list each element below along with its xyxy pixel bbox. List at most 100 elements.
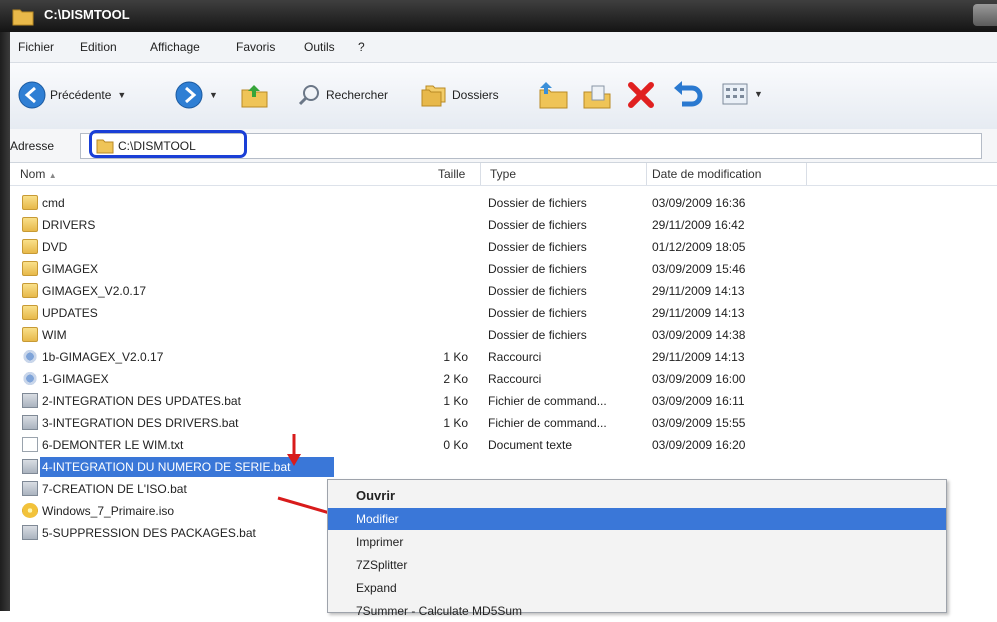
column-divider[interactable] [480, 163, 481, 185]
folders-icon [421, 85, 446, 107]
address-annotation-box [89, 130, 247, 158]
batch-file-icon [22, 525, 38, 540]
menu-item-expand[interactable]: Expand [328, 577, 946, 599]
up-folder-button[interactable] [240, 81, 270, 109]
list-item-selected[interactable]: 4-INTEGRATION DU NUMERO DE SERIE.bat [10, 456, 997, 478]
column-header-type[interactable]: Type [490, 167, 516, 181]
menu-item-label: 7Summer - Calculate MD5Sum [356, 604, 523, 618]
window-control-button[interactable] [973, 4, 997, 26]
column-name-label: Nom [20, 167, 46, 181]
list-item[interactable]: WIM Dossier de fichiers 03/09/2009 14:38 [10, 324, 997, 346]
menu-item-label: Expand [356, 581, 397, 595]
views-button[interactable]: ▼ [722, 83, 763, 105]
iso-file-icon [22, 503, 38, 518]
file-name: 2-INTEGRATION DES UPDATES.bat [42, 394, 241, 408]
window-left-border [0, 32, 10, 611]
menu-affichage[interactable]: Affichage [150, 40, 200, 54]
file-name: 5-SUPPRESSION DES PACKAGES.bat [42, 526, 256, 540]
menu-item-7summer[interactable]: 7Summer - Calculate MD5Sum [328, 600, 946, 622]
search-button[interactable]: Rechercher [298, 83, 388, 107]
file-size: 2 Ko [443, 372, 468, 386]
file-name: Windows_7_Primaire.iso [42, 504, 175, 518]
chevron-down-icon[interactable]: ▼ [754, 89, 763, 99]
menu-edition[interactable]: Edition [80, 40, 117, 54]
chevron-down-icon[interactable]: ▼ [209, 90, 218, 100]
file-size: 1 Ko [443, 394, 468, 408]
list-item[interactable]: GIMAGEX_V2.0.17 Dossier de fichiers 29/1… [10, 280, 997, 302]
column-header-size[interactable]: Taille [438, 167, 465, 181]
folder-icon [22, 195, 38, 210]
delete-x-icon [628, 82, 654, 108]
search-icon [298, 85, 319, 106]
list-item[interactable]: GIMAGEX Dossier de fichiers 03/09/2009 1… [10, 258, 997, 280]
file-name: WIM [42, 328, 67, 342]
column-divider[interactable] [806, 163, 807, 185]
file-size: 0 Ko [443, 438, 468, 452]
folder-icon [22, 327, 38, 342]
file-type: Fichier de command... [488, 394, 607, 408]
menu-fichier[interactable]: Fichier [18, 40, 54, 54]
folder-icon [22, 217, 38, 232]
list-item[interactable]: 3-INTEGRATION DES DRIVERS.bat 1 Ko Fichi… [10, 412, 997, 434]
list-item[interactable]: 1-GIMAGEX 2 Ko Raccourci 03/09/2009 16:0… [10, 368, 997, 390]
toolbar: Précédente ▼ ▼ Rechercher Dossiers ▼ [10, 63, 997, 130]
file-size: 1 Ko [443, 416, 468, 430]
list-item[interactable]: DVD Dossier de fichiers 01/12/2009 18:05 [10, 236, 997, 258]
menu-outils[interactable]: Outils [304, 40, 335, 54]
list-item[interactable]: 2-INTEGRATION DES UPDATES.bat 1 Ko Fichi… [10, 390, 997, 412]
column-header-name[interactable]: Nom ▲ [20, 167, 57, 181]
chevron-down-icon[interactable]: ▼ [117, 90, 126, 100]
file-type: Fichier de command... [488, 416, 607, 430]
file-date: 03/09/2009 15:46 [652, 262, 746, 276]
file-date: 03/09/2009 16:36 [652, 196, 746, 210]
file-type: Document texte [488, 438, 573, 452]
menu-item-modifier[interactable]: Modifier [328, 508, 946, 530]
undo-button[interactable] [672, 80, 704, 110]
address-bar: Adresse C:\DISMTOOL [10, 129, 997, 163]
folders-button[interactable]: Dossiers [420, 82, 499, 108]
file-date: 03/09/2009 16:11 [652, 394, 745, 408]
file-size: 1 Ko [443, 350, 468, 364]
file-name: cmd [42, 196, 65, 210]
file-name: DRIVERS [42, 218, 96, 232]
menu-item-label: 7ZSplitter [356, 558, 408, 572]
folder-icon [22, 305, 38, 320]
list-item[interactable]: 1b-GIMAGEX_V2.0.17 1 Ko Raccourci 29/11/… [10, 346, 997, 368]
file-date: 29/11/2009 14:13 [652, 306, 745, 320]
file-type: Raccourci [488, 372, 542, 386]
file-date: 03/09/2009 15:55 [652, 416, 746, 430]
list-item[interactable]: 6-DEMONTER LE WIM.txt 0 Ko Document text… [10, 434, 997, 456]
file-type: Dossier de fichiers [488, 284, 587, 298]
file-type: Dossier de fichiers [488, 196, 587, 210]
forward-arrow-icon [175, 81, 203, 109]
column-divider[interactable] [646, 163, 647, 185]
copy-to-button[interactable] [582, 82, 612, 110]
batch-file-icon [22, 415, 38, 430]
file-name: DVD [42, 240, 68, 254]
menu-item-ouvrir[interactable]: Ouvrir [328, 484, 946, 506]
menu-item-7zsplitter[interactable]: 7ZSplitter [328, 554, 946, 576]
menu-favoris[interactable]: Favoris [236, 40, 275, 54]
list-item[interactable]: UPDATES Dossier de fichiers 29/11/2009 1… [10, 302, 997, 324]
shortcut-icon [22, 349, 38, 364]
file-name: 1-GIMAGEX [42, 372, 109, 386]
list-item[interactable]: cmd Dossier de fichiers 03/09/2009 16:36 [10, 192, 997, 214]
menu-item-label: Ouvrir [356, 488, 396, 503]
forward-button[interactable]: ▼ [175, 81, 218, 109]
delete-button[interactable] [626, 80, 656, 110]
column-header-date[interactable]: Date de modification [652, 167, 761, 181]
file-date: 29/11/2009 14:13 [652, 284, 745, 298]
menu-item-imprimer[interactable]: Imprimer [328, 531, 946, 553]
red-down-arrow-annotation [287, 434, 301, 466]
copy-folder-icon [583, 85, 611, 109]
move-to-button[interactable] [538, 80, 570, 110]
file-type: Dossier de fichiers [488, 240, 587, 254]
menu-help[interactable]: ? [358, 40, 365, 54]
back-button[interactable]: Précédente ▼ [18, 81, 126, 109]
file-type: Dossier de fichiers [488, 306, 587, 320]
sort-arrow-icon: ▲ [48, 171, 57, 180]
folder-icon [12, 9, 34, 26]
list-item[interactable]: DRIVERS Dossier de fichiers 29/11/2009 1… [10, 214, 997, 236]
back-label: Précédente [50, 88, 112, 102]
file-date: 29/11/2009 14:13 [652, 350, 745, 364]
